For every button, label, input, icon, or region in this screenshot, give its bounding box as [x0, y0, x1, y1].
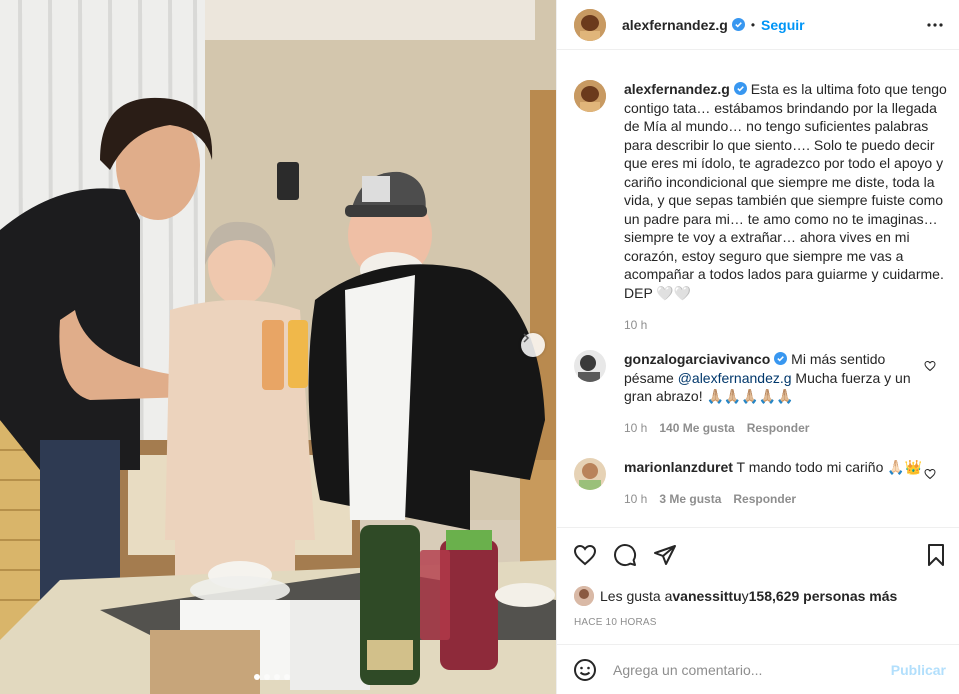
next-slide-button[interactable]	[521, 333, 545, 357]
likes-summary: Les gusta a vanessittu y 158,629 persona…	[574, 586, 897, 606]
emoji-smile-icon[interactable]	[573, 658, 597, 682]
follow-button[interactable]: Seguir	[761, 17, 805, 33]
mention-link[interactable]: @alexfernandez.g	[678, 370, 792, 386]
post-actions: Les gusta a vanessittu y 158,629 persona…	[557, 527, 959, 644]
comment-item: gonzalogarciavivanco Mi más sentido pésa…	[574, 350, 954, 437]
caption-timestamp[interactable]: 10 h	[624, 316, 949, 335]
comment-meta: 10 h 3 Me gusta Responder	[624, 490, 924, 509]
comment-timestamp[interactable]: 10 h	[624, 490, 647, 509]
comment-input[interactable]	[613, 659, 883, 681]
more-options-icon[interactable]	[926, 18, 944, 32]
carousel-dot	[274, 674, 280, 680]
verified-icon	[731, 18, 745, 31]
avatar-image	[574, 8, 606, 41]
like-comment-heart-icon[interactable]	[924, 468, 936, 480]
save-bookmark-icon[interactable]	[924, 543, 948, 567]
comment-timestamp[interactable]: 10 h	[624, 419, 647, 438]
comment-likes[interactable]: 140 Me gusta	[659, 419, 734, 438]
liker-avatar[interactable]	[574, 586, 594, 606]
share-send-icon[interactable]	[653, 543, 677, 567]
carousel-dot	[264, 674, 270, 680]
add-comment-bar: Publicar	[557, 644, 959, 694]
caption-text: Esta es la ultima foto que tengo contigo…	[624, 81, 947, 301]
comment-likes[interactable]: 3 Me gusta	[659, 490, 721, 509]
caption-username[interactable]: alexfernandez.g	[624, 81, 730, 97]
verified-icon	[774, 352, 788, 365]
likes-count[interactable]: 158,629 personas más	[749, 588, 898, 604]
reply-button[interactable]: Responder	[747, 419, 810, 438]
comment-item: marionlanzduret T mando todo mi cariño 🙏…	[574, 458, 954, 508]
comment-text: T mando todo mi cariño 🙏🏻👑	[736, 459, 923, 475]
like-comment-heart-icon[interactable]	[924, 360, 936, 372]
photo-illustration	[0, 0, 556, 694]
separator-dot: •	[750, 17, 756, 32]
carousel-dot	[254, 674, 260, 680]
likes-prefix: Les gusta a	[600, 588, 673, 604]
verified-icon	[733, 82, 747, 95]
like-heart-icon[interactable]	[573, 543, 597, 567]
post-photo[interactable]	[0, 0, 556, 694]
post-caption: alexfernandez.g Esta es la ultima foto q…	[574, 80, 949, 335]
commenter-username[interactable]: gonzalogarciavivanco	[624, 351, 770, 367]
caption-avatar[interactable]	[574, 80, 606, 112]
likes-middle: y	[741, 588, 749, 604]
commenter-avatar[interactable]	[574, 458, 606, 490]
comment-meta: 10 h 140 Me gusta Responder	[624, 419, 924, 438]
author-avatar[interactable]	[574, 8, 606, 41]
carousel-dots	[254, 674, 290, 680]
publish-button[interactable]: Publicar	[891, 662, 946, 678]
comment-bubble-icon[interactable]	[613, 543, 637, 567]
reply-button[interactable]: Responder	[733, 490, 796, 509]
post-header: alexfernandez.g • Seguir	[557, 0, 959, 50]
chevron-right-icon	[523, 333, 530, 343]
post-sidebar: alexfernandez.g • Seguir alexfernandez.g…	[556, 0, 959, 694]
post-time-ago[interactable]: HACE 10 HORAS	[574, 617, 657, 628]
commenter-username[interactable]: marionlanzduret	[624, 459, 733, 475]
liker-username[interactable]: vanessittu	[672, 588, 741, 604]
author-username[interactable]: alexfernandez.g	[622, 17, 728, 33]
commenter-avatar[interactable]	[574, 350, 606, 382]
carousel-dot	[284, 674, 290, 680]
